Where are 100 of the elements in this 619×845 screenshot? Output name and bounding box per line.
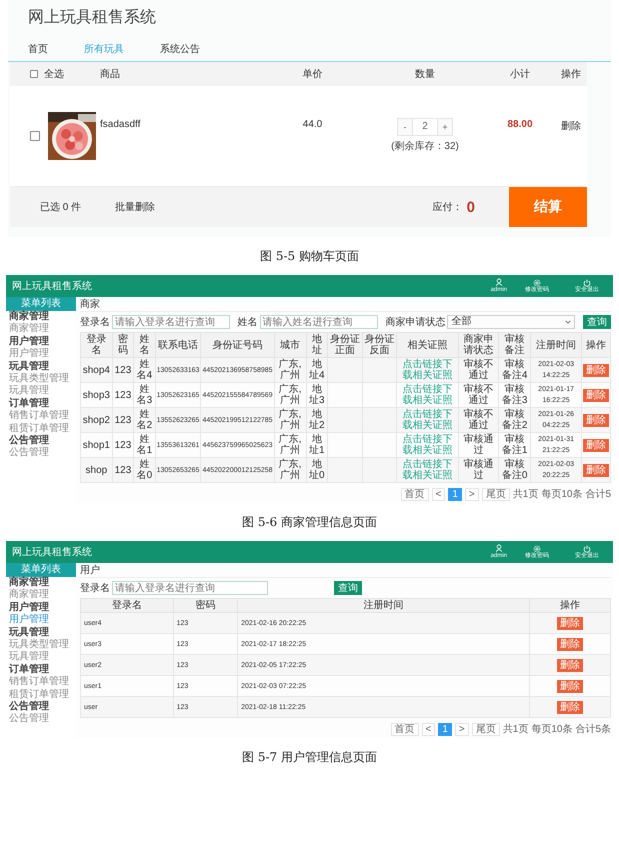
- user-icon[interactable]: [494, 278, 503, 286]
- menu-item[interactable]: 销售订单管理: [6, 676, 76, 689]
- menu-group[interactable]: 订单管理: [6, 664, 76, 676]
- checkout-button[interactable]: 结算: [509, 187, 587, 227]
- stock-note: (剩余库存：32): [391, 140, 459, 153]
- menu-item[interactable]: 用户管理: [6, 614, 76, 627]
- batch-delete-link[interactable]: 批量删除: [115, 200, 156, 214]
- table-cell: shop: [80, 458, 112, 482]
- page-number-button[interactable]: 1: [448, 488, 462, 500]
- menu-group[interactable]: 商家管理: [6, 577, 76, 590]
- delete-button[interactable]: 删除: [556, 680, 583, 692]
- product-name[interactable]: fsadasdff: [100, 86, 260, 130]
- menu-item[interactable]: 玩具类型管理: [6, 639, 76, 652]
- first-page-button[interactable]: 首页: [400, 488, 428, 500]
- next-page-button[interactable]: >: [464, 488, 479, 500]
- table-cell: 姓名2: [134, 408, 156, 432]
- menu-group[interactable]: 公告管理: [6, 435, 76, 448]
- nav-tab[interactable]: 系统公告: [160, 42, 200, 56]
- table-cell: 地址2: [306, 408, 328, 432]
- nav-tab[interactable]: 首页: [28, 42, 48, 56]
- delete-button[interactable]: 删除: [556, 638, 583, 650]
- menu-group[interactable]: 公告管理: [6, 701, 76, 714]
- menu-group[interactable]: 玩具管理: [6, 360, 76, 374]
- menu-item[interactable]: 公告管理: [6, 447, 76, 460]
- power-icon[interactable]: [583, 544, 591, 552]
- menu-item[interactable]: 公告管理: [6, 713, 76, 726]
- previous-page-button[interactable]: <: [422, 722, 436, 736]
- delete-button[interactable]: 删除: [556, 700, 583, 714]
- column-header: 密码: [173, 598, 238, 612]
- pagination-info: 合计5条: [575, 722, 611, 736]
- table-cell: 审核备注0: [498, 458, 531, 482]
- decrease-button[interactable]: -: [398, 119, 412, 135]
- table-cell: 审核备注2: [498, 408, 531, 432]
- menu-group[interactable]: 商家管理: [6, 311, 76, 324]
- table-cell: 姓名4: [134, 358, 156, 382]
- download-link[interactable]: 点击链接下载相关证照: [398, 434, 457, 456]
- increase-button[interactable]: +: [438, 119, 452, 135]
- search-field[interactable]: 请输入登录名进行查询: [112, 315, 230, 329]
- delete-button[interactable]: 删除: [556, 658, 583, 672]
- menu-group[interactable]: 玩具管理: [6, 626, 76, 640]
- menu-item[interactable]: 商家管理: [6, 323, 76, 336]
- menu-item[interactable]: 玩具管理: [6, 651, 76, 664]
- figure-caption: 图 5-6 商家管理信息页面: [241, 514, 378, 531]
- menu-group[interactable]: 订单管理: [6, 398, 76, 410]
- column-header: 数量: [414, 68, 436, 81]
- menu-group[interactable]: 用户管理: [6, 336, 76, 348]
- delete-link[interactable]: 删除: [561, 121, 581, 132]
- user-icon[interactable]: [494, 544, 503, 552]
- delete-button[interactable]: 删除: [556, 616, 583, 630]
- column-header: 相关证照: [396, 332, 458, 358]
- column-header: 姓名: [134, 332, 156, 358]
- table-cell: 广东,广州: [274, 408, 306, 432]
- download-link[interactable]: 点击链接下载相关证照: [398, 409, 457, 431]
- payable-amount: 0: [466, 198, 475, 216]
- table-cell: 广东,广州: [274, 358, 306, 382]
- menu-item[interactable]: 租赁订单管理: [6, 688, 76, 702]
- delete-button[interactable]: 删除: [582, 414, 609, 426]
- delete-button[interactable]: 删除: [582, 364, 609, 376]
- table-cell: 123: [112, 458, 134, 482]
- delete-button[interactable]: 删除: [582, 438, 609, 452]
- column-header: 注册时间: [530, 332, 582, 358]
- settings-icon[interactable]: [533, 544, 541, 552]
- menu-item[interactable]: 玩具管理: [6, 385, 76, 398]
- page-number-button[interactable]: 1: [438, 722, 452, 736]
- menu-item[interactable]: 玩具类型管理: [6, 373, 76, 386]
- pagination-info: 每页10条: [541, 488, 582, 501]
- pagination-info: 每页10条: [531, 723, 572, 736]
- menu-item[interactable]: 用户管理: [6, 348, 76, 361]
- next-page-button[interactable]: >: [454, 722, 469, 736]
- previous-page-button[interactable]: <: [432, 488, 446, 500]
- search-button[interactable]: 查询: [334, 581, 362, 595]
- menu-group[interactable]: 用户管理: [6, 602, 76, 614]
- last-page-button[interactable]: 尾页: [482, 488, 510, 500]
- column-header: 商家申请状态: [458, 332, 499, 358]
- settings-icon[interactable]: [533, 278, 541, 286]
- search-field[interactable]: 请输入登录名进行查询: [112, 581, 268, 595]
- status-dropdown[interactable]: 全部: [447, 315, 576, 329]
- delete-button[interactable]: 删除: [582, 464, 609, 476]
- table-cell: 姓名0: [134, 458, 156, 482]
- download-link[interactable]: 点击链接下载相关证照: [398, 359, 457, 381]
- first-page-button[interactable]: 首页: [390, 722, 418, 736]
- delete-button[interactable]: 删除: [582, 388, 609, 402]
- pagination-info: 合计5: [585, 488, 611, 501]
- nav-tab[interactable]: 所有玩具: [84, 42, 124, 56]
- column-header: 单价: [302, 68, 324, 81]
- filter-label: 登录名: [80, 316, 110, 329]
- menu-item[interactable]: 商家管理: [6, 589, 76, 602]
- last-page-button[interactable]: 尾页: [472, 722, 500, 736]
- power-icon[interactable]: [583, 278, 591, 286]
- item-checkbox[interactable]: [30, 131, 40, 141]
- system-title: 网上玩具租售系统: [12, 546, 92, 559]
- download-link[interactable]: 点击链接下载相关证照: [398, 384, 457, 406]
- search-field[interactable]: 请输入姓名进行查询: [260, 315, 378, 329]
- column-header: 地址: [306, 332, 328, 358]
- menu-item[interactable]: 销售订单管理: [6, 410, 76, 423]
- select-all-checkbox[interactable]: [30, 70, 38, 78]
- menu-title: 菜单列表: [6, 563, 76, 577]
- download-link[interactable]: 点击链接下载相关证照: [398, 459, 457, 481]
- menu-item[interactable]: 租赁订单管理: [6, 422, 76, 436]
- search-button[interactable]: 查询: [582, 315, 611, 329]
